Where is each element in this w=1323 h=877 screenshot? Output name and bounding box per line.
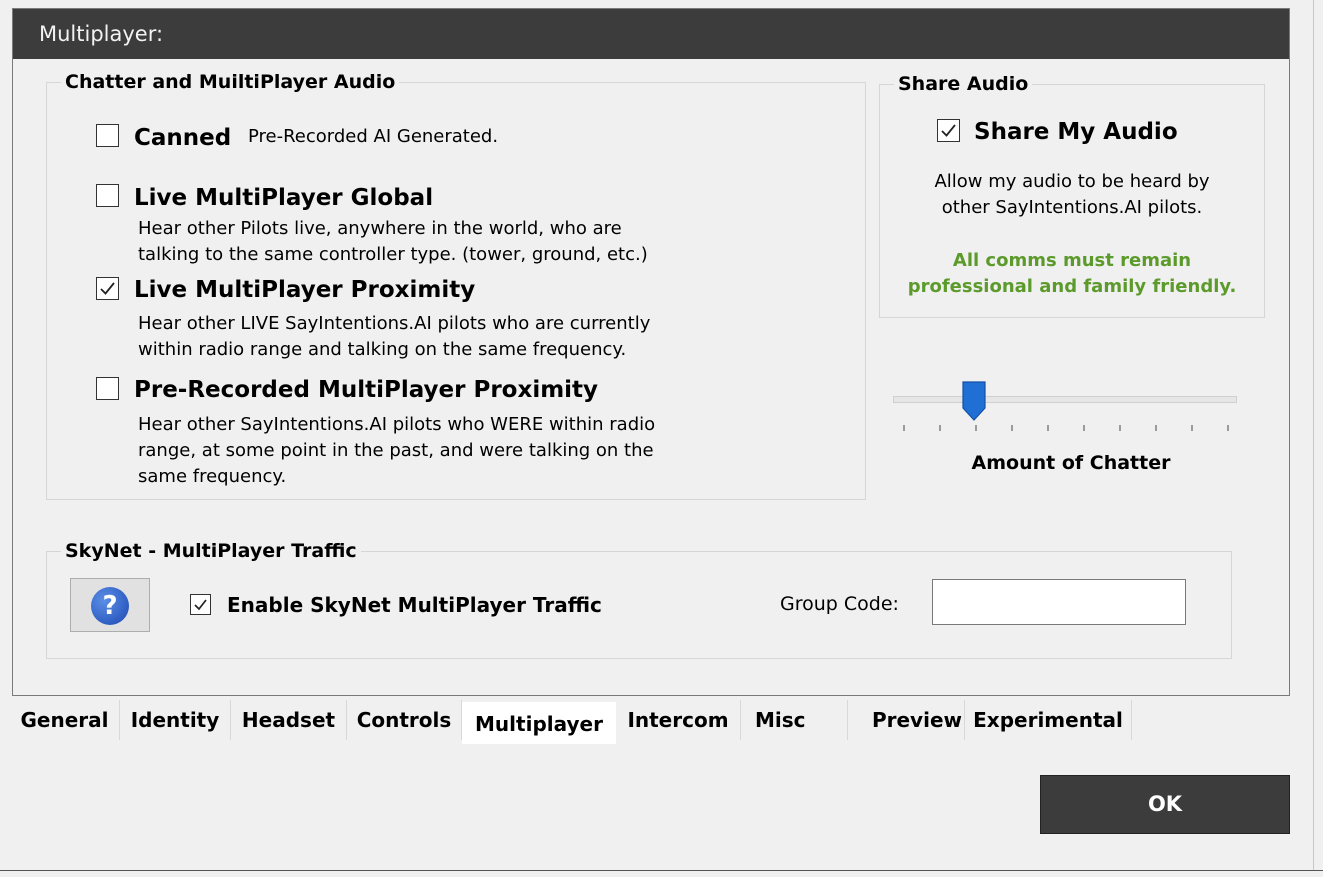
checkmark-icon [941,124,956,137]
tab-controls[interactable]: Controls [347,700,462,740]
window-bottom-edge [0,870,1323,877]
live-global-description: Hear other Pilots live, anywhere in the … [138,218,648,265]
chatter-slider-label: Amount of Chatter [971,452,1171,474]
prerecorded-proximity-description: Hear other SayIntentions.AI pilots who W… [138,414,656,487]
slider-tick [1047,425,1049,431]
chatter-slider-track[interactable] [893,396,1237,403]
skynet-legend: SkyNet - MultiPlayer Traffic [61,538,361,564]
live-global-checkbox[interactable] [96,184,119,207]
canned-label[interactable]: Canned [134,123,231,153]
share-audio-warning: All comms must remain professional and f… [907,250,1237,297]
skynet-help-button[interactable]: ? [70,578,150,632]
share-my-audio-checkbox[interactable] [937,119,960,142]
question-mark-icon: ? [91,587,129,625]
enable-skynet-checkbox[interactable] [190,594,211,615]
slider-tick [1191,425,1193,431]
slider-tick [975,425,977,431]
chatter-slider-thumb[interactable] [962,381,986,425]
tab-misc[interactable]: Misc [741,700,848,740]
checkmark-icon [194,599,207,611]
group-code-label: Group Code: [780,593,899,615]
slider-tick [1227,425,1229,431]
group-code-input[interactable] [932,579,1186,625]
tab-multiplayer[interactable]: Multiplayer [462,702,616,744]
live-global-label[interactable]: Live MultiPlayer Global [134,183,433,213]
prerecorded-proximity-checkbox[interactable] [96,377,119,400]
share-audio-legend: Share Audio [894,71,1033,97]
canned-checkbox[interactable] [96,124,119,147]
tab-general[interactable]: General [10,700,120,740]
slider-tick [1011,425,1013,431]
prerecorded-proximity-label[interactable]: Pre-Recorded MultiPlayer Proximity [134,375,598,405]
live-proximity-label[interactable]: Live MultiPlayer Proximity [134,275,475,305]
page-title: Multiplayer: [13,9,1289,59]
canned-description: Pre-Recorded AI Generated. [248,126,499,147]
enable-skynet-label[interactable]: Enable SkyNet MultiPlayer Traffic [227,591,602,619]
slider-tick [939,425,941,431]
checkmark-icon [100,282,115,295]
share-my-audio-label[interactable]: Share My Audio [974,117,1178,147]
window-right-edge [1313,0,1323,877]
chatter-legend: Chatter and MuiltiPlayer Audio [61,69,400,95]
share-audio-description: Allow my audio to be heard by other SayI… [934,171,1210,218]
tab-intercom[interactable]: Intercom [616,700,741,740]
tab-experimental[interactable]: Experimental [965,700,1132,740]
ok-button[interactable]: OK [1040,775,1290,834]
slider-tick [1155,425,1157,431]
tab-headset[interactable]: Headset [231,700,347,740]
tab-identity[interactable]: Identity [120,700,231,740]
slider-tick [1119,425,1121,431]
slider-tick [1083,425,1085,431]
slider-tick [903,425,905,431]
tab-preview[interactable]: Preview [848,700,965,740]
live-proximity-checkbox[interactable] [96,277,119,300]
live-proximity-description: Hear other LIVE SayIntentions.AI pilots … [138,313,651,360]
